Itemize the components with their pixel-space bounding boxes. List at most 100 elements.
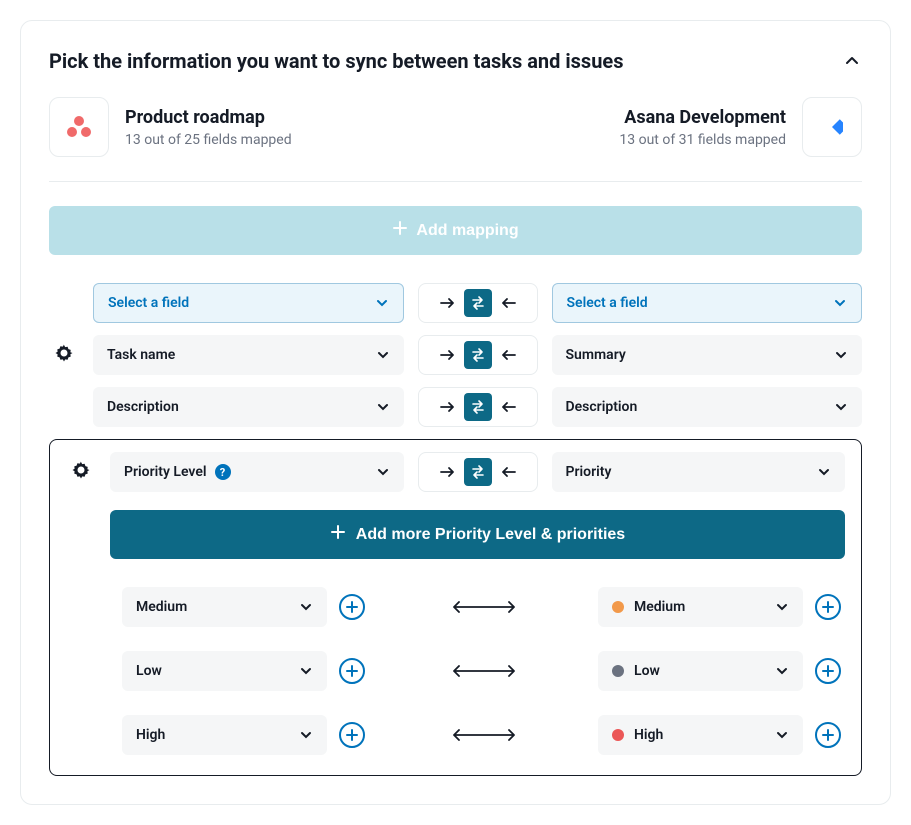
left-field-select[interactable]: Priority Level ? — [110, 452, 404, 492]
add-right-value-button[interactable] — [815, 658, 841, 684]
field-label: Priority — [566, 464, 612, 480]
right-app-name: Asana Development — [619, 107, 786, 128]
plus-icon — [392, 220, 408, 241]
collapse-toggle[interactable] — [842, 51, 862, 71]
priority-color-dot — [612, 665, 624, 677]
left-field-select[interactable]: Description — [93, 387, 404, 427]
swap-icon — [464, 289, 492, 317]
bidirectional-arrow-icon — [381, 600, 586, 614]
value-label: Medium — [136, 599, 187, 615]
chevron-down-icon — [775, 664, 789, 678]
right-field-select[interactable]: Summary — [552, 335, 863, 375]
right-field-select[interactable]: Select a field — [552, 283, 863, 323]
right-field-select[interactable]: Priority — [552, 452, 846, 492]
right-value-select[interactable]: Medium — [598, 587, 803, 627]
gear-icon[interactable] — [55, 344, 73, 366]
chevron-down-icon — [376, 348, 390, 362]
mapping-row-priority: Priority Level ? Priority — [66, 452, 845, 492]
swap-icon — [464, 393, 492, 421]
arrow-right-icon — [440, 297, 456, 309]
value-label: Low — [136, 663, 162, 679]
priority-value-rows: Medium Medium Low — [66, 587, 845, 755]
left-endpoint: Product roadmap 13 out of 25 fields mapp… — [49, 97, 292, 157]
chevron-down-icon — [833, 296, 847, 310]
sync-config-panel: Pick the information you want to sync be… — [20, 20, 891, 805]
bidirectional-arrow-icon — [381, 728, 586, 742]
endpoints-row: Product roadmap 13 out of 25 fields mapp… — [49, 97, 862, 157]
add-left-value-button[interactable] — [339, 594, 365, 620]
chevron-down-icon — [299, 728, 313, 742]
left-value-select[interactable]: Low — [122, 651, 327, 691]
left-app-subtitle: 13 out of 25 fields mapped — [125, 132, 292, 148]
left-field-select[interactable]: Select a field — [93, 283, 404, 323]
left-value-select[interactable]: Medium — [122, 587, 327, 627]
swap-icon — [464, 341, 492, 369]
value-label: High — [136, 727, 165, 743]
arrow-left-icon — [500, 349, 516, 361]
arrow-right-icon — [440, 401, 456, 413]
chevron-down-icon — [375, 296, 389, 310]
chevron-down-icon — [775, 728, 789, 742]
gear-icon[interactable] — [72, 461, 90, 483]
right-value-select[interactable]: High — [598, 715, 803, 755]
priority-mapping-group: Priority Level ? Priority Add more Prior… — [49, 439, 862, 776]
chevron-down-icon — [299, 664, 313, 678]
arrow-left-icon — [500, 466, 516, 478]
left-value-select[interactable]: High — [122, 715, 327, 755]
add-more-label: Add more Priority Level & priorities — [356, 526, 625, 544]
add-mapping-button[interactable]: Add mapping — [49, 206, 862, 255]
arrow-right-icon — [440, 349, 456, 361]
right-value-select[interactable]: Low — [598, 651, 803, 691]
add-mapping-label: Add mapping — [416, 222, 518, 240]
add-left-value-button[interactable] — [339, 658, 365, 684]
divider — [49, 181, 862, 182]
value-label: Low — [612, 663, 660, 679]
chevron-down-icon — [299, 600, 313, 614]
priority-value-row: High High — [80, 715, 845, 755]
panel-header: Pick the information you want to sync be… — [49, 49, 862, 73]
priority-value-row: Low Low — [80, 651, 845, 691]
bidirectional-arrow-icon — [381, 664, 586, 678]
right-endpoint: Asana Development 13 out of 31 fields ma… — [619, 97, 862, 157]
left-app-name: Product roadmap — [125, 107, 292, 128]
add-right-value-button[interactable] — [815, 722, 841, 748]
swap-icon — [464, 458, 492, 486]
chevron-down-icon — [834, 348, 848, 362]
asana-icon — [49, 97, 109, 157]
left-field-select[interactable]: Task name — [93, 335, 404, 375]
field-label: Summary — [566, 347, 626, 363]
chevron-down-icon — [834, 400, 848, 414]
arrow-right-icon — [440, 466, 456, 478]
priority-color-dot — [612, 729, 624, 741]
chevron-down-icon — [376, 400, 390, 414]
add-left-value-button[interactable] — [339, 722, 365, 748]
priority-value-row: Medium Medium — [80, 587, 845, 627]
jira-icon — [802, 97, 862, 157]
panel-title: Pick the information you want to sync be… — [49, 49, 624, 73]
help-icon[interactable]: ? — [215, 464, 231, 480]
arrow-left-icon — [500, 401, 516, 413]
priority-color-dot — [612, 601, 624, 613]
sync-direction-control[interactable] — [418, 335, 538, 375]
value-label: Medium — [612, 599, 685, 615]
right-app-subtitle: 13 out of 31 fields mapped — [619, 132, 786, 148]
sync-direction-control[interactable] — [418, 452, 538, 492]
right-field-select[interactable]: Description — [552, 387, 863, 427]
add-more-priority-button[interactable]: Add more Priority Level & priorities — [110, 510, 845, 559]
value-label: High — [612, 727, 663, 743]
chevron-down-icon — [775, 600, 789, 614]
mapping-row-taskname: Task name Summary — [49, 335, 862, 375]
chevron-down-icon — [817, 465, 831, 479]
select-placeholder-label: Select a field — [108, 295, 189, 311]
add-right-value-button[interactable] — [815, 594, 841, 620]
chevron-down-icon — [376, 465, 390, 479]
mapping-row-placeholder: Select a field Select a field — [49, 283, 862, 323]
sync-direction-control[interactable] — [418, 283, 538, 323]
select-placeholder-label: Select a field — [567, 295, 648, 311]
field-label: Description — [566, 399, 638, 415]
mapping-row-description: Description Description — [49, 387, 862, 427]
sync-direction-control[interactable] — [418, 387, 538, 427]
field-label: Priority Level — [124, 464, 207, 480]
field-label: Task name — [107, 347, 175, 363]
plus-icon — [330, 524, 346, 545]
